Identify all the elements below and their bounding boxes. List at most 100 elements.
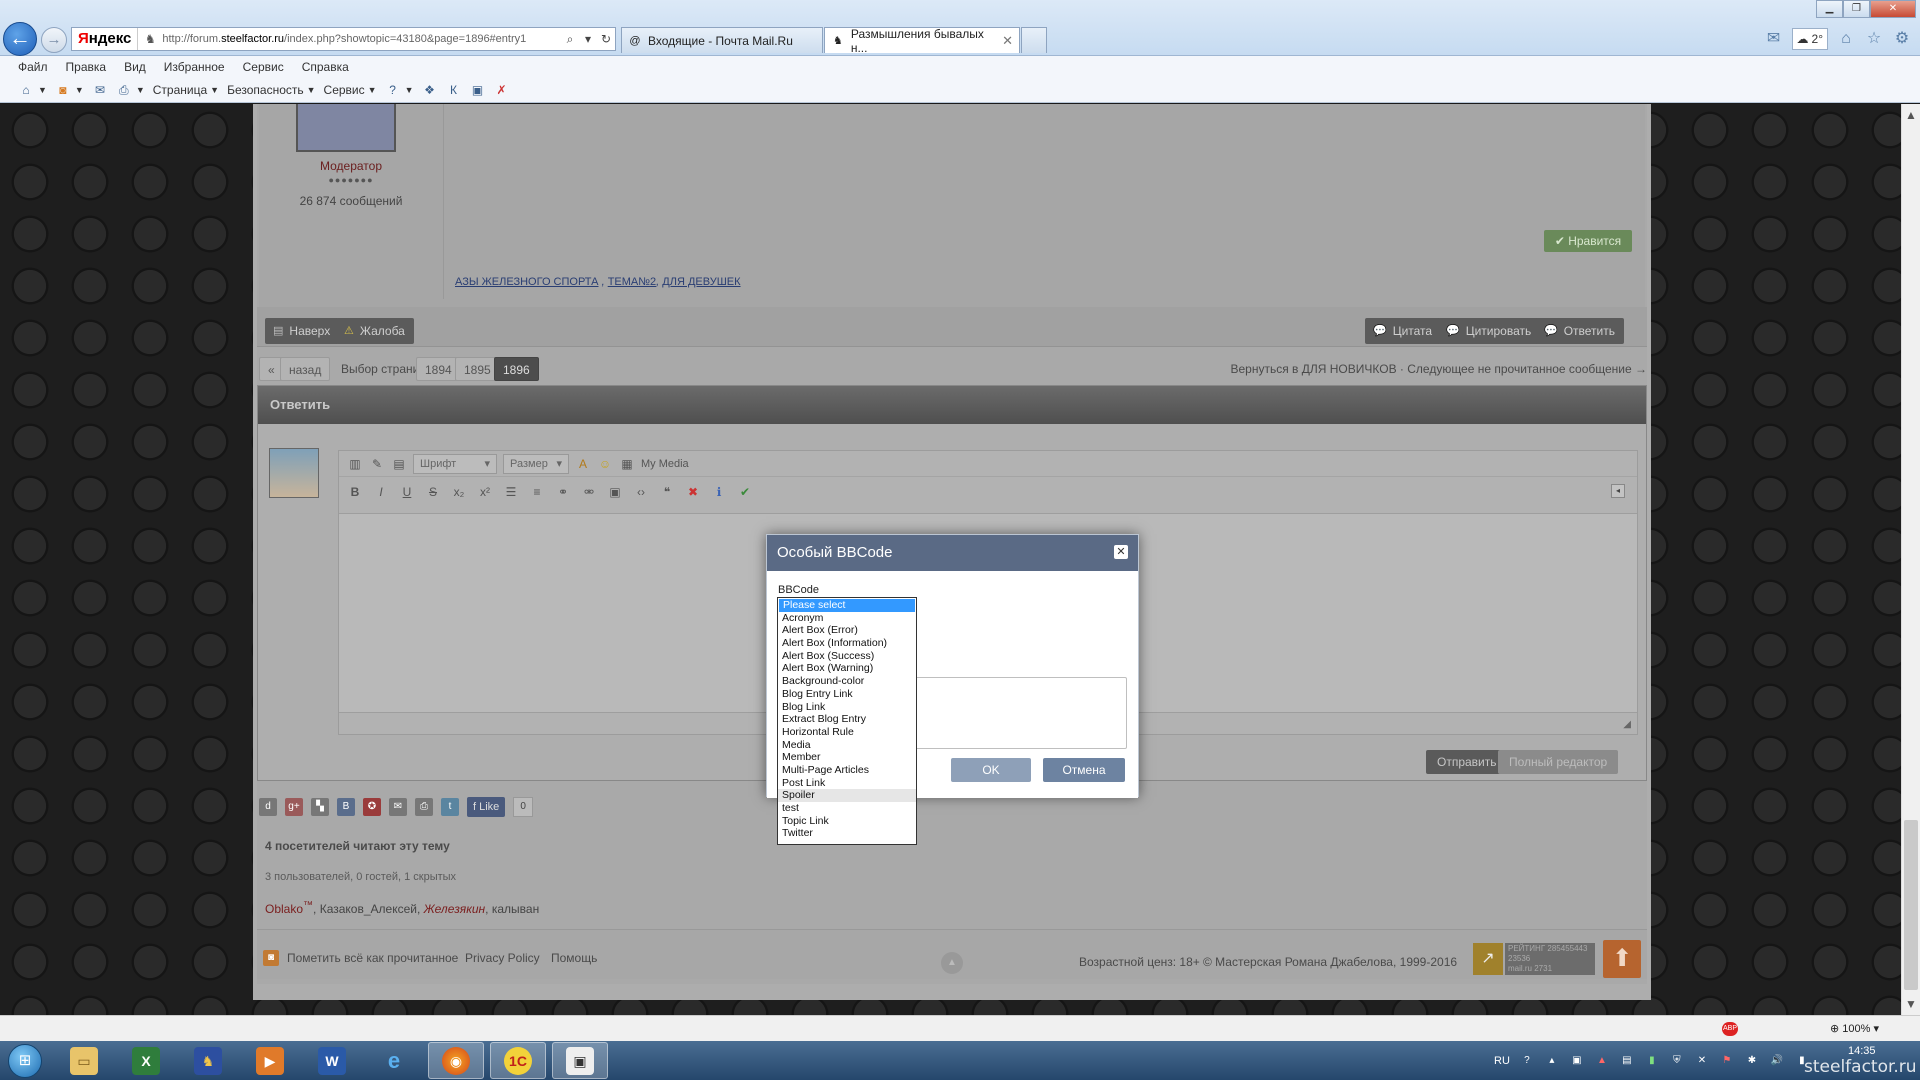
ok-button[interactable]: OK [951, 758, 1031, 782]
bbcode-option[interactable]: Acronym [778, 612, 916, 625]
quote-icon[interactable]: ❝ [659, 484, 675, 500]
research-icon[interactable]: ❖ [421, 83, 437, 97]
user-link[interactable]: Железякин [424, 902, 486, 916]
search-icon[interactable]: ⌕ [561, 28, 579, 50]
collapse-toolbar-button[interactable]: ◂ [1611, 484, 1625, 498]
bbcode-content-textarea[interactable] [889, 677, 1127, 749]
rss-icon[interactable]: ◙ [263, 950, 279, 966]
bbcode-option[interactable]: Blog Link [778, 701, 916, 714]
media-icon[interactable]: ▦ [619, 456, 635, 472]
app-tray-icon[interactable]: ▣ [1569, 1053, 1585, 1069]
bookmark-red-icon[interactable]: ✗ [493, 83, 509, 97]
like-button[interactable]: ✔ Нравится [1544, 230, 1632, 252]
menu-edit[interactable]: Правка [66, 60, 107, 74]
chevron-down-icon[interactable]: ▼ [136, 85, 145, 95]
mail-notifier-icon[interactable]: ✉ [1764, 29, 1784, 49]
rating-counter[interactable]: ↗ РЕЙТИНГ 285455443 23536 mail.ru 2731 [1473, 943, 1597, 975]
quote-button[interactable]: 💬 Цитата [1365, 318, 1442, 344]
chevron-down-icon[interactable]: ▼ [405, 85, 414, 95]
menu-view[interactable]: Вид [124, 60, 146, 74]
star-icon[interactable]: ✪ [363, 798, 381, 816]
taskbar-1c[interactable]: 1С [490, 1042, 546, 1079]
yandex-logo[interactable]: Яндекс [72, 28, 139, 50]
send-button[interactable]: Отправить [1426, 750, 1508, 774]
signal-icon[interactable]: ▮ [1644, 1053, 1660, 1069]
forward-button[interactable]: → [41, 27, 67, 53]
home-icon[interactable]: ⌂ [1836, 29, 1856, 49]
volume-icon[interactable]: 🔊 [1769, 1053, 1785, 1069]
twitter-icon[interactable]: t [441, 798, 459, 816]
bbcode-option[interactable]: Media [778, 739, 916, 752]
taskbar-word[interactable]: W [304, 1042, 360, 1079]
bbcode-option[interactable]: Alert Box (Warning) [778, 662, 916, 675]
google-plus-icon[interactable]: g+ [285, 798, 303, 816]
bold-icon[interactable]: B [347, 484, 363, 500]
addon-icon[interactable]: ▣ [469, 83, 485, 97]
language-indicator[interactable]: RU [1494, 1055, 1510, 1067]
print-icon[interactable]: ⎙ [116, 83, 132, 98]
taskbar-explorer[interactable]: ▭ [56, 1042, 112, 1079]
page-scrollbar[interactable]: ▲ ▼ [1901, 104, 1920, 1015]
return-links[interactable]: Вернуться в ДЛЯ НОВИЧКОВ · Следующее не … [1230, 362, 1647, 376]
refresh-icon[interactable]: ↻ [597, 28, 615, 50]
chevron-down-icon[interactable]: ▼ [75, 85, 84, 95]
user-link[interactable]: Казаков_Алексей [320, 902, 417, 916]
taskbar-excel[interactable]: X [118, 1042, 174, 1079]
bbcode-option[interactable]: Post Link [778, 777, 916, 790]
adblock-icon[interactable]: ABP [1722, 1022, 1738, 1036]
help-icon[interactable]: ? [1519, 1053, 1535, 1069]
tools-menu[interactable]: Сервис ▼ [324, 83, 377, 97]
remove-format-icon[interactable]: ✖ [685, 484, 701, 500]
bbcode-option[interactable]: Spoiler [778, 789, 916, 802]
facebook-like-button[interactable]: f Like [467, 797, 506, 817]
digg-icon[interactable]: d [259, 798, 277, 816]
pdf-icon[interactable]: ▲ [1594, 1053, 1610, 1069]
smiley-icon[interactable]: ☺ [597, 456, 613, 472]
email-icon[interactable]: ✉ [389, 798, 407, 816]
resize-grip-icon[interactable]: ◢ [1623, 719, 1631, 730]
back-to-top-button[interactable]: ▤ Наверх [265, 318, 340, 344]
bbcode-option[interactable]: Alert Box (Error) [778, 624, 916, 637]
tab-forum[interactable]: ♞ Размышления бывалых н... ✕ [824, 27, 1020, 55]
dropdown-arrow-icon[interactable]: ▾ [579, 28, 597, 50]
page-link[interactable]: 1894 [416, 357, 461, 381]
eraser-icon[interactable]: ✎ [369, 456, 385, 472]
tray-arrow-icon[interactable]: ▴ [1544, 1053, 1560, 1069]
menu-favorites[interactable]: Избранное [164, 60, 225, 74]
new-tab-button[interactable] [1021, 27, 1047, 53]
back-button[interactable]: ← [3, 22, 37, 56]
url-text[interactable]: http://forum.steelfactor.ru/index.php?sh… [162, 33, 561, 45]
shield-icon[interactable]: ⛨ [1669, 1053, 1685, 1069]
bbcode-option[interactable]: Extract Blog Entry [778, 713, 916, 726]
delicious-icon[interactable]: ▚ [311, 798, 329, 816]
weather-widget[interactable]: ☁ 2° [1791, 28, 1828, 50]
report-button[interactable]: ⚠ Жалоба [336, 318, 414, 344]
address-bar[interactable]: Яндекс ♞ http://forum.steelfactor.ru/ind… [71, 27, 616, 51]
rss-icon[interactable]: ◙ [55, 83, 71, 97]
scroll-down-icon[interactable]: ▼ [1905, 997, 1917, 1011]
help-icon[interactable]: ? [385, 83, 401, 97]
zoom-level[interactable]: ⊕ 100% ▾ [1830, 1022, 1879, 1035]
strikethrough-icon[interactable]: S [425, 484, 441, 500]
italic-icon[interactable]: I [373, 484, 389, 500]
home-icon[interactable]: ⌂ [18, 83, 34, 97]
underline-icon[interactable]: U [399, 484, 415, 500]
favorites-star-icon[interactable]: ☆ [1864, 29, 1884, 49]
author-avatar[interactable] [296, 104, 396, 152]
menu-file[interactable]: Файл [18, 60, 48, 74]
bbcode-option[interactable]: Please select [779, 599, 915, 612]
bbcode-select-list[interactable]: Please select Acronym Alert Box (Error) Ale… [777, 597, 917, 845]
bbcode-option[interactable]: Twitter [778, 827, 916, 840]
taskbar-ie[interactable]: e [366, 1042, 422, 1079]
chevron-down-icon[interactable]: ▼ [38, 85, 47, 95]
bbcode-option[interactable]: Member [778, 751, 916, 764]
scroll-top-icon[interactable]: ▲ [941, 952, 963, 974]
taskbar-window[interactable]: ▣ [552, 1042, 608, 1079]
close-tab-icon[interactable]: ✕ [1002, 33, 1013, 49]
page-link[interactable]: 1895 [455, 357, 500, 381]
bbcode-option[interactable]: Multi-Page Articles [778, 764, 916, 777]
bbcode-option[interactable]: Alert Box (Information) [778, 637, 916, 650]
link-icon[interactable]: ⚭ [555, 484, 571, 500]
scroll-up-icon[interactable]: ▲ [1905, 108, 1917, 122]
close-window-button[interactable]: ✕ [1870, 0, 1916, 18]
